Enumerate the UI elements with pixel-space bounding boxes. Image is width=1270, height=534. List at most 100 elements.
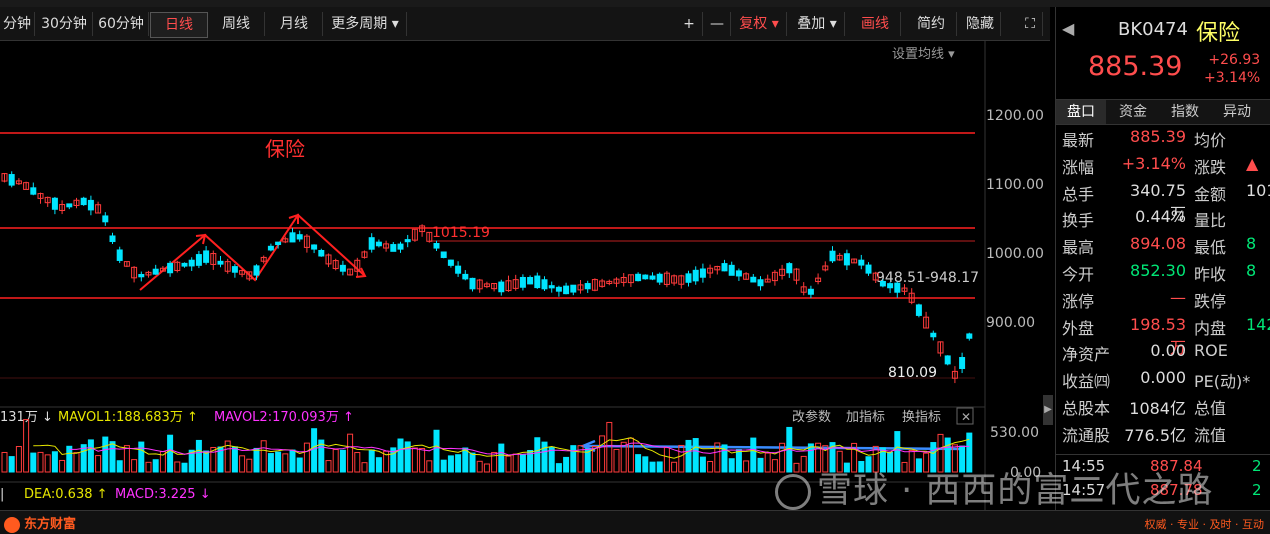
zoom-out-button[interactable]: — (704, 12, 731, 36)
volume-bar (152, 459, 159, 473)
hide-button[interactable]: 隐藏 (960, 12, 1001, 36)
quote-row: 外盘198.53万内盘142 (1056, 315, 1270, 357)
volume-bar (109, 441, 116, 473)
candle-body (375, 241, 382, 247)
candle-body (699, 268, 706, 278)
volume-bar (44, 454, 51, 473)
quote-label: 最新 (1062, 131, 1095, 150)
volume-bar (145, 461, 152, 473)
period-30min-button[interactable]: 30分钟 (36, 12, 93, 36)
tab-anomaly[interactable]: 异动 (1212, 100, 1262, 124)
logo-icon (4, 516, 20, 533)
kline-chart-area[interactable]: 设置均线 ▾ 保险 1015.19 948.51-948.17 810.09 1… (0, 40, 1050, 510)
quote-row: 总股本 1084亿 总值 (1056, 395, 1270, 422)
brand-slogan: 权威 · 专业 · 及时 · 互动 (1144, 518, 1264, 531)
quote-label-2: 流值 (1194, 425, 1227, 445)
volume-bar (51, 451, 58, 473)
candle-body (887, 283, 894, 289)
overlay-dropdown[interactable]: 叠加 ▾ (790, 12, 845, 36)
change-params-button[interactable]: 改参数 (792, 409, 831, 425)
prev-arrow-icon[interactable]: ◀ (1062, 19, 1074, 38)
set-ma-button[interactable]: 设置均线 ▾ (892, 47, 955, 62)
volume-bar (642, 456, 649, 473)
volume-bar (534, 437, 541, 473)
candle-body (152, 268, 159, 275)
candle-body (87, 199, 94, 211)
candle-body (563, 285, 570, 295)
zoom-in-button[interactable]: + (676, 12, 703, 36)
volume-bar (1, 451, 8, 473)
candle-body (102, 215, 109, 223)
volume-bar (30, 452, 37, 473)
quote-row: 流通股 776.5亿 流值 (1056, 422, 1270, 449)
quote-label: 今开 (1062, 265, 1095, 284)
volume-bar (483, 463, 490, 473)
add-indicator-button[interactable]: 加指标 (846, 410, 885, 425)
more-periods-dropdown[interactable]: 更多周期 ▾ (324, 12, 407, 36)
volume-bar (181, 462, 188, 473)
quote-value-2: 101 (1246, 180, 1270, 200)
volume-bar (253, 447, 260, 473)
candle-body (267, 245, 274, 251)
simple-mode-button[interactable]: 简约 (906, 12, 957, 36)
sector-name: 保险 (1196, 21, 1241, 46)
volume-bar (462, 447, 469, 473)
candle-body (447, 259, 454, 266)
volume-bar (354, 452, 361, 473)
candle-body (692, 269, 699, 282)
zigzag-annotation (139, 213, 366, 291)
candle-body (188, 259, 195, 267)
candle-body (829, 250, 836, 262)
volume-bar (311, 428, 318, 473)
candle-body (570, 284, 577, 293)
macd-legend: MACD:3.225 ↓ (115, 487, 211, 502)
volume-bar (116, 460, 123, 473)
volume-bar (95, 455, 102, 473)
candle-body (649, 275, 656, 280)
volume-bar (123, 445, 130, 473)
volume-bar (440, 459, 447, 473)
quote-value: 852.30 (1130, 261, 1186, 280)
quote-row: 今开 852.30 昨收 8 (1056, 261, 1270, 288)
candle-body (915, 304, 922, 316)
volume-bar (671, 461, 678, 473)
volume-bar (66, 445, 73, 473)
period-weekly-button[interactable]: 周线 (208, 12, 265, 36)
quote-value: 0.000 (1140, 368, 1186, 388)
adjust-dropdown[interactable]: 复权 ▾ (732, 12, 787, 36)
candle-body (404, 239, 411, 243)
quote-value-2: 8 (1246, 261, 1257, 280)
collapse-panel-handle[interactable]: ▶ (1043, 395, 1053, 425)
side-tabs: 盘口 资金 指数 异动 (1056, 99, 1270, 125)
candle-body (203, 250, 210, 263)
quote-value: 0.44% (1135, 207, 1186, 227)
volume-bar (37, 451, 44, 473)
period-minute-button[interactable]: 分钟 (0, 12, 35, 36)
period-monthly-button[interactable]: 月线 (266, 12, 323, 36)
quote-label-2: 跌停 (1194, 291, 1227, 311)
y-tick-1100: 1100.00 (986, 177, 1044, 193)
draw-line-button[interactable]: 画线 (850, 12, 901, 36)
macd-left-mark: | (0, 487, 4, 502)
candlestick-series (1, 171, 973, 384)
y-tick-900: 900.00 (986, 315, 1035, 331)
quote-label: 涨幅 (1062, 157, 1095, 177)
price-change: +26.93 +3.14% (1204, 51, 1260, 87)
candle-body (843, 253, 850, 266)
tab-order-book[interactable]: 盘口 (1056, 100, 1106, 124)
tab-index[interactable]: 指数 (1160, 100, 1210, 124)
volume-bar (735, 449, 742, 473)
fullscreen-icon[interactable]: ⛶ (1018, 12, 1043, 36)
quote-label: 涨停 (1062, 291, 1095, 311)
last-price: 885.39 (1088, 51, 1183, 82)
switch-indicator-button[interactable]: 换指标 (902, 410, 941, 425)
xueqiu-watermark: 雪球 · 西西的富二代之路 (775, 462, 1213, 513)
period-daily-button[interactable]: 日线 (150, 12, 208, 38)
period-60min-button[interactable]: 60分钟 (94, 12, 149, 36)
candle-body (66, 203, 73, 208)
tab-funds[interactable]: 资金 (1108, 100, 1158, 124)
volume-bar (267, 453, 274, 473)
quote-row: 最高 894.08 最低 8 (1056, 234, 1270, 261)
quote-label: 总股本 (1062, 399, 1111, 418)
candle-body (138, 274, 145, 278)
